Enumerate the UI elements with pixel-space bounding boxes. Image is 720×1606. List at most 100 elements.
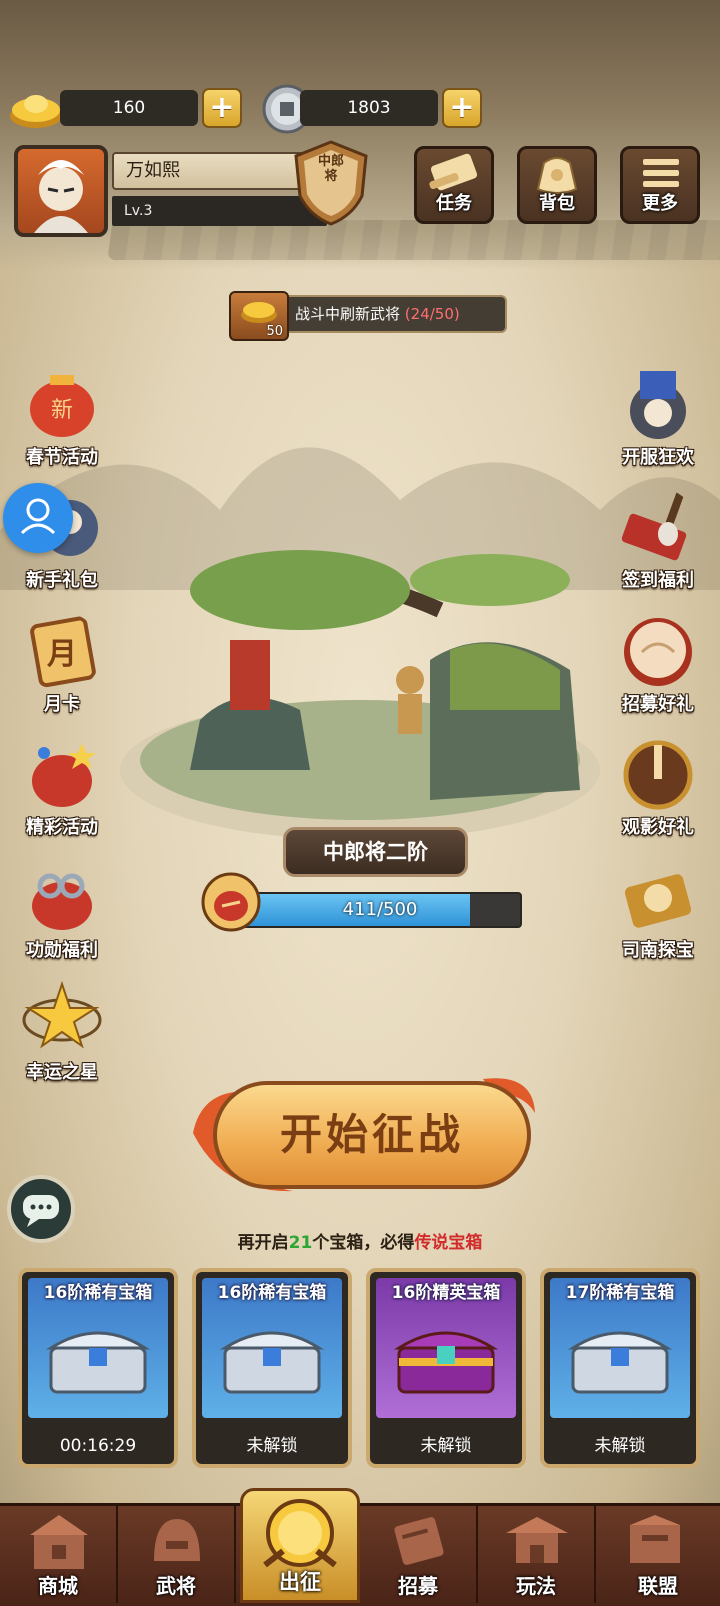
- gold-amount: 160: [60, 90, 198, 126]
- rank-label: 中郎将: [318, 154, 345, 184]
- player-name: 万如熙: [112, 152, 317, 190]
- star-icon: [22, 980, 102, 1049]
- general-portrait-icon: [34, 160, 88, 233]
- lantern-icon: 新: [30, 375, 94, 437]
- recruit-scroll-icon: [394, 1517, 444, 1565]
- chest-title: 16阶精英宝箱: [391, 1283, 501, 1303]
- stage-name: 中郎将二阶: [283, 827, 468, 877]
- add-coin-button[interactable]: +: [442, 88, 482, 128]
- nav-shop-label: 商城: [38, 1574, 78, 1598]
- nav-battle[interactable]: 出征: [240, 1488, 360, 1603]
- nav-recruit[interactable]: 招募: [360, 1503, 478, 1603]
- svg-text:月: 月: [47, 637, 77, 672]
- rare-chest-icon: [219, 1331, 325, 1394]
- spring-festival-event[interactable]: 新 春节活动: [12, 365, 112, 475]
- watch-video-gift[interactable]: 观影好礼: [608, 735, 708, 845]
- signin-welfare-label: 签到福利: [622, 570, 694, 591]
- compass-treasure-label: 司南探宝: [622, 940, 694, 961]
- film-reel-icon: [623, 740, 693, 810]
- treasure-bag-icon: [32, 743, 96, 807]
- reward-pouch-icon[interactable]: [198, 868, 264, 932]
- gold-ingot-small-icon: [241, 302, 277, 323]
- rare-chest-icon: [45, 1331, 151, 1394]
- chest-hint-reward: 传说宝箱: [414, 1233, 483, 1253]
- nav-recruit-label: 招募: [398, 1574, 438, 1598]
- chest-hint: 再开启21个宝箱，必得传说宝箱: [0, 1228, 720, 1253]
- drum-icon: [624, 618, 692, 686]
- server-carnival-label: 开服狂欢: [622, 447, 694, 468]
- month-card-label: 月卡: [44, 694, 80, 715]
- chest-slot-1[interactable]: 16阶稀有宝箱 00:16:29: [18, 1268, 178, 1468]
- pavilion-icon: [506, 1517, 568, 1563]
- coin-amount: 1803: [300, 90, 438, 126]
- user-account-button[interactable]: [3, 483, 73, 553]
- refresh-text: 战斗中刷新武将: [295, 305, 401, 323]
- emperor-icon: [630, 371, 686, 439]
- battle-icon: [263, 1499, 337, 1568]
- nav-gameplay-label: 玩法: [516, 1574, 556, 1598]
- chest-hint-prefix: 再开启: [237, 1233, 289, 1253]
- refresh-progress: (24/50): [404, 305, 460, 323]
- chest-slot-3[interactable]: 16阶精英宝箱 未解锁: [366, 1268, 526, 1468]
- start-battle-label: 开始征战: [279, 1110, 464, 1159]
- coin-counter: 1803 +: [300, 88, 482, 128]
- compass-icon: [624, 874, 692, 928]
- nav-generals-label: 武将: [156, 1574, 196, 1598]
- chest-title: 16阶稀有宝箱: [217, 1283, 327, 1303]
- nav-alliance[interactable]: 联盟: [596, 1503, 720, 1603]
- tasks-button[interactable]: 任务: [414, 146, 494, 224]
- server-carnival[interactable]: 开服狂欢: [608, 365, 708, 475]
- start-battle-button[interactable]: 开始征战: [183, 1073, 543, 1201]
- gold-counter: 160 +: [60, 88, 242, 128]
- chest-status: 未解锁: [594, 1436, 646, 1456]
- recruit-gift-label: 招募好礼: [622, 694, 694, 715]
- more-button[interactable]: 更多: [620, 146, 700, 224]
- add-gold-button[interactable]: +: [202, 88, 242, 128]
- chest-hint-count: 21: [288, 1233, 313, 1253]
- nav-generals[interactable]: 武将: [118, 1503, 236, 1603]
- refresh-box-count: 50: [266, 324, 283, 339]
- gold-ingot-icon: [10, 95, 62, 128]
- user-icon: [20, 498, 56, 535]
- svg-text:新: 新: [51, 398, 73, 423]
- background-top: [0, 0, 720, 270]
- chest-status: 未解锁: [420, 1436, 472, 1456]
- newbie-gift-label: 新手礼包: [26, 570, 98, 591]
- bag-label: 背包: [539, 193, 575, 214]
- alliance-icon: [630, 1515, 680, 1563]
- stage-progress-bar: 411/500: [238, 892, 522, 928]
- battle-scene-island: [120, 550, 600, 840]
- compass-treasure[interactable]: 司南探宝: [608, 858, 708, 968]
- month-card[interactable]: 月 月卡: [12, 612, 112, 722]
- lucky-star[interactable]: 幸运之星: [12, 980, 112, 1090]
- chest-slot-2[interactable]: 16阶稀有宝箱 未解锁: [192, 1268, 352, 1468]
- tasks-label: 任务: [436, 193, 472, 214]
- refresh-generals-banner[interactable]: 战斗中刷新武将 (24/50) 50: [229, 291, 511, 341]
- bag-button[interactable]: 背包: [517, 146, 597, 224]
- more-label: 更多: [642, 193, 678, 214]
- medal-bag-icon: [32, 873, 92, 930]
- merit-welfare[interactable]: 功勋福利: [12, 858, 112, 968]
- lucky-star-label: 幸运之星: [26, 1062, 98, 1083]
- shop-icon: [30, 1515, 88, 1569]
- signin-welfare[interactable]: 签到福利: [608, 488, 708, 598]
- brush-icon: [621, 489, 687, 561]
- helmet-icon: [154, 1519, 200, 1561]
- watch-video-gift-label: 观影好礼: [622, 817, 694, 838]
- exciting-events[interactable]: 精彩活动: [12, 735, 112, 845]
- chest-status: 未解锁: [246, 1436, 298, 1456]
- recruit-gift[interactable]: 招募好礼: [608, 612, 708, 722]
- nav-gameplay[interactable]: 玩法: [478, 1503, 596, 1603]
- stage-progress-text: 411/500: [342, 899, 418, 920]
- nav-shop[interactable]: 商城: [0, 1503, 118, 1603]
- month-card-icon: 月: [30, 616, 96, 688]
- chest-status: 00:16:29: [59, 1436, 137, 1456]
- refresh-text-bar: 战斗中刷新武将 (24/50): [279, 295, 507, 333]
- spring-festival-label: 春节活动: [26, 447, 98, 468]
- nav-alliance-label: 联盟: [638, 1574, 678, 1598]
- chest-title: 17阶稀有宝箱: [565, 1283, 675, 1303]
- chest-slot-4[interactable]: 17阶稀有宝箱 未解锁: [540, 1268, 700, 1468]
- player-avatar[interactable]: [14, 145, 108, 237]
- elite-chest-icon: [393, 1331, 499, 1394]
- rare-chest-icon: [567, 1331, 673, 1394]
